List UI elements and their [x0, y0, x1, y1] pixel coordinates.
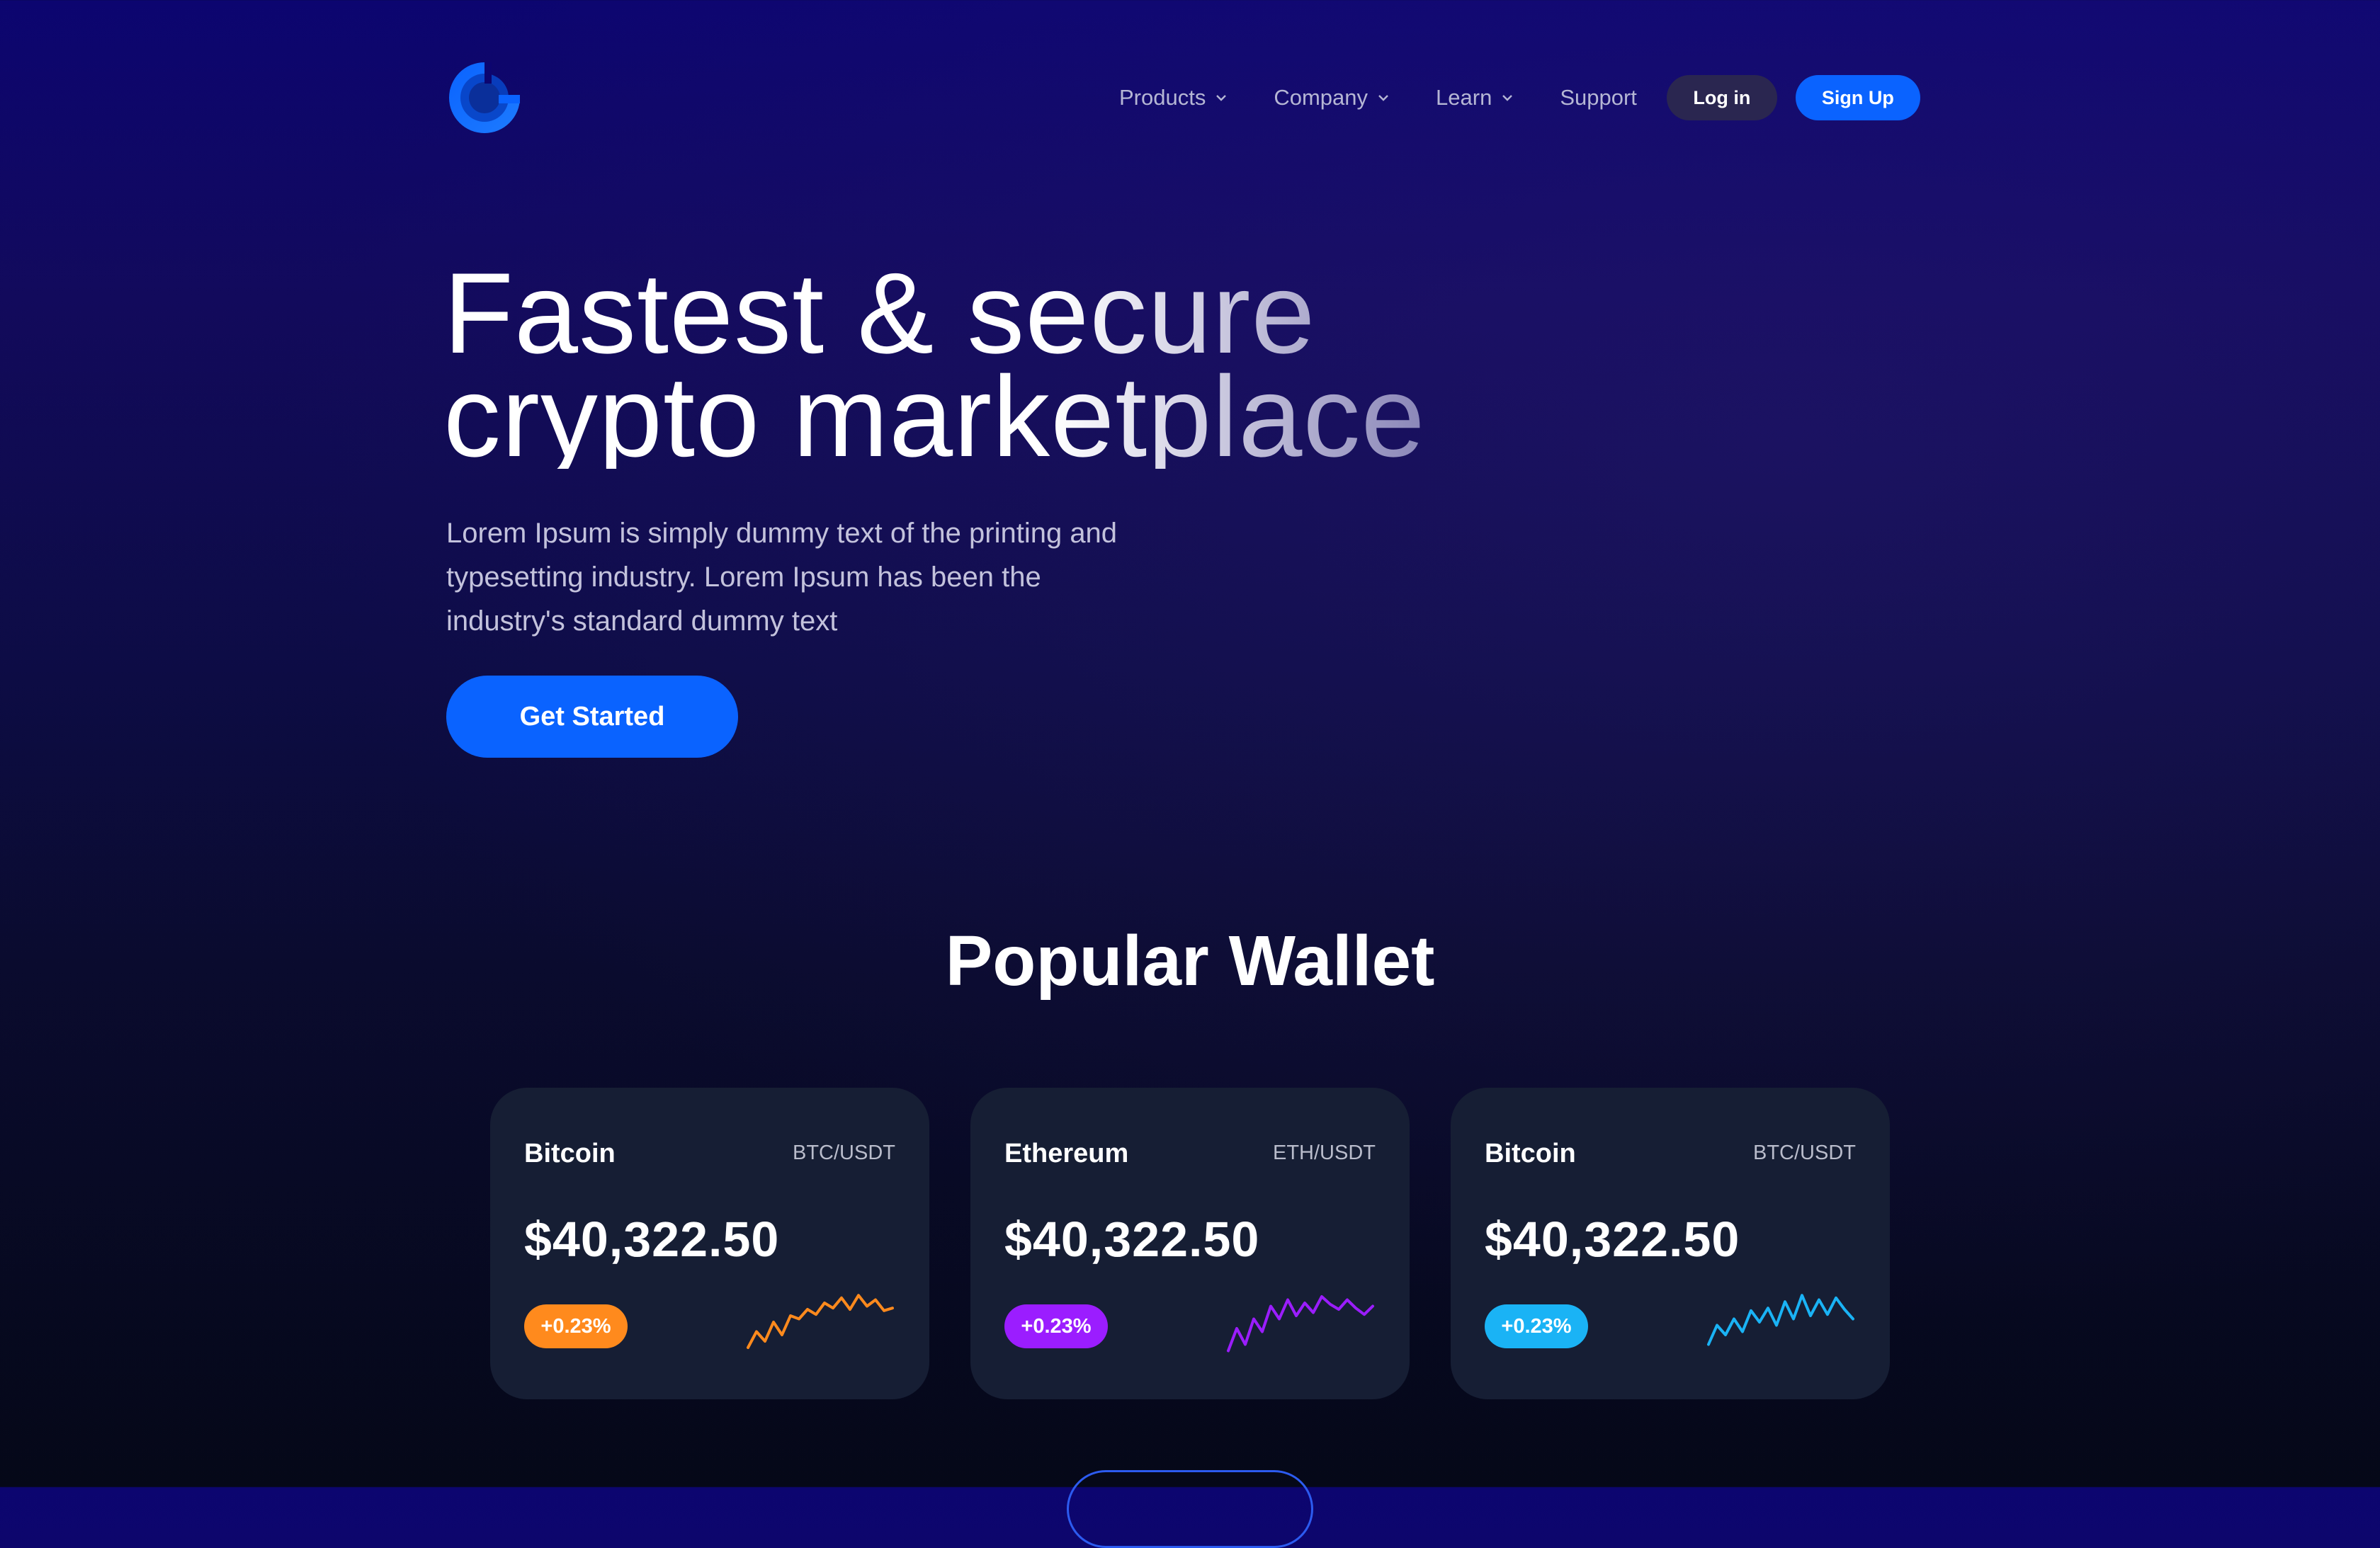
trading-pair: BTC/USDT: [793, 1142, 895, 1164]
hero-title-line: Fastest & secure: [443, 249, 1316, 377]
hero-title: Fastest & secure crypto marketplace: [443, 262, 1426, 469]
hero-subtitle: Lorem Ipsum is simply dummy text of the …: [446, 511, 1225, 643]
wallet-card-bitcoin[interactable]: Bitcoin BTC/USDT $40,322.50 +0.23%: [490, 1088, 929, 1399]
signup-button[interactable]: Sign Up: [1795, 75, 1920, 120]
hero-subtitle-line: industry's standard dummy text: [446, 605, 838, 637]
chevron-down-icon: [1216, 95, 1227, 101]
change-badge: +0.23%: [524, 1304, 628, 1348]
coin-price: $40,322.50: [1485, 1212, 1740, 1267]
wallet-card-bitcoin[interactable]: Bitcoin BTC/USDT $40,322.50 +0.23%: [1451, 1088, 1890, 1399]
hero-subtitle-line: typesetting industry. Lorem Ipsum has be…: [446, 562, 1041, 593]
change-badge: +0.23%: [1004, 1304, 1108, 1348]
coin-price: $40,322.50: [1004, 1212, 1260, 1267]
wallet-card-ethereum[interactable]: Ethereum ETH/USDT $40,322.50 +0.23%: [970, 1088, 1410, 1399]
coin-price: $40,322.50: [524, 1212, 780, 1267]
top-nav: Products Company Learn Support Log in Si…: [1119, 75, 1920, 120]
view-more-button[interactable]: [1067, 1470, 1313, 1548]
sparkline-chart-icon: [747, 1294, 894, 1349]
sparkline-chart-icon: [1707, 1294, 1854, 1346]
chevron-down-icon: [1378, 95, 1388, 101]
nav-item-label: Products: [1119, 85, 1206, 110]
hero-subtitle-line: Lorem Ipsum is simply dummy text of the …: [446, 518, 1118, 549]
nav-item-label: Company: [1274, 85, 1368, 110]
trading-pair: ETH/USDT: [1273, 1142, 1376, 1164]
trading-pair: BTC/USDT: [1753, 1142, 1856, 1164]
nav-item-label: Learn: [1436, 85, 1492, 110]
coin-name: Bitcoin: [1485, 1139, 1576, 1168]
hero-title-line: crypto marketplace: [443, 353, 1426, 481]
change-badge: +0.23%: [1485, 1304, 1588, 1348]
sparkline-chart-icon: [1227, 1295, 1374, 1353]
nav-item-support[interactable]: Support: [1560, 85, 1637, 110]
nav-item-products[interactable]: Products: [1119, 85, 1227, 110]
nav-item-learn[interactable]: Learn: [1436, 85, 1513, 110]
coin-name: Ethereum: [1004, 1139, 1129, 1168]
chevron-down-icon: [1502, 95, 1513, 101]
login-button[interactable]: Log in: [1666, 75, 1777, 120]
brand-logo-icon[interactable]: [446, 59, 523, 136]
nav-item-company[interactable]: Company: [1274, 85, 1389, 110]
section-title: Popular Wallet: [945, 921, 1435, 1001]
get-started-button[interactable]: Get Started: [446, 676, 738, 758]
coin-name: Bitcoin: [524, 1139, 616, 1168]
nav-item-label: Support: [1560, 85, 1637, 110]
